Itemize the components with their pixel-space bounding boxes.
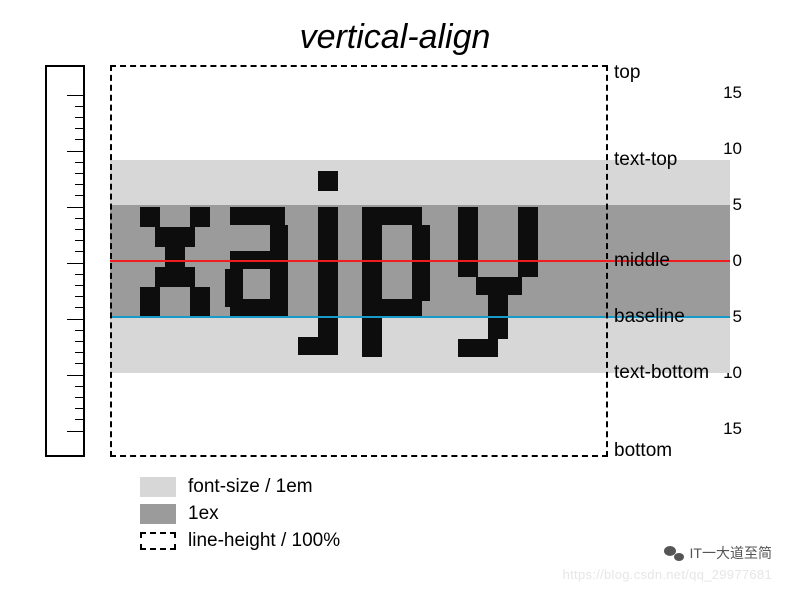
legend-label: line-height / 100% xyxy=(188,530,340,552)
wechat-icon xyxy=(664,545,684,562)
legend-label: 1ex xyxy=(188,503,219,525)
label-baseline: baseline xyxy=(614,306,685,328)
vertical-ruler xyxy=(45,65,85,457)
watermark: IT一大道至简 xyxy=(664,543,772,563)
ruler-label: 0 xyxy=(733,251,742,271)
watermark-text: IT一大道至简 xyxy=(690,543,772,563)
legend-row-lh: line-height / 100% xyxy=(140,529,340,553)
diagram-title: vertical-align xyxy=(0,18,790,57)
label-top: top xyxy=(614,62,640,84)
ruler-label: 5 xyxy=(733,195,742,215)
label-middle: middle xyxy=(614,250,670,272)
ruler-label: 5 xyxy=(733,307,742,327)
legend-label: font-size / 1em xyxy=(188,476,313,498)
legend: font-size / 1em 1ex line-height / 100% xyxy=(140,475,340,556)
swatch-light-grey xyxy=(140,477,176,497)
legend-row-em: font-size / 1em xyxy=(140,475,340,499)
swatch-dashed xyxy=(140,532,176,550)
source-url-watermark: https://blog.csdn.net/qq_29977681 xyxy=(563,567,772,582)
legend-row-ex: 1ex xyxy=(140,502,340,526)
label-text-top: text-top xyxy=(614,149,677,171)
line-height-box xyxy=(110,65,608,457)
vertical-align-diagram: top text-top middle baseline text-bottom… xyxy=(110,65,730,457)
label-text-bottom: text-bottom xyxy=(614,362,709,384)
swatch-dark-grey xyxy=(140,504,176,524)
label-bottom: bottom xyxy=(614,440,672,462)
